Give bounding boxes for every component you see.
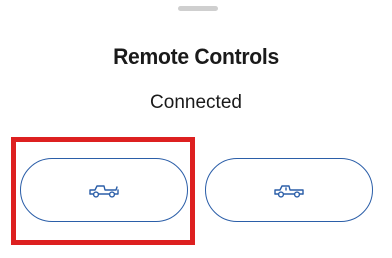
remote-control-button-2[interactable] (205, 158, 373, 222)
sheet-title: Remote Controls (113, 44, 279, 69)
truck-bed-open-icon (87, 181, 121, 199)
connection-status: Connected (150, 92, 242, 113)
drag-handle[interactable] (178, 6, 218, 11)
remote-controls-sheet: Remote Controls Connected (0, 0, 392, 258)
truck-bed-closed-icon (272, 181, 306, 199)
remote-control-button-1[interactable] (20, 158, 188, 222)
